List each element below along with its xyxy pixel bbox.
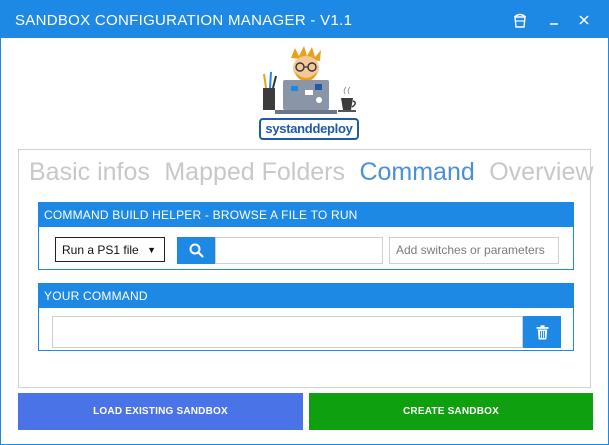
title-bar[interactable]: SANDBOX CONFIGURATION MANAGER - V1.1 xyxy=(1,1,608,38)
tab-bar: Basic infos Mapped Folders Command Overv… xyxy=(29,158,603,188)
command-build-helper-header: COMMAND BUILD HELPER - BROWSE A FILE TO … xyxy=(39,203,573,227)
tab-mapped-folders[interactable]: Mapped Folders xyxy=(164,158,345,187)
selected-file-field[interactable] xyxy=(215,237,383,264)
command-build-helper-group: COMMAND BUILD HELPER - BROWSE A FILE TO … xyxy=(38,202,574,270)
trash-icon xyxy=(536,324,548,339)
clear-command-button[interactable] xyxy=(523,316,561,348)
search-icon xyxy=(189,243,204,258)
switches-parameters-field[interactable]: Add switches or parameters xyxy=(389,237,559,264)
window-title: SANDBOX CONFIGURATION MANAGER - V1.1 xyxy=(15,12,353,29)
file-type-selected-value: Run a PS1 file xyxy=(62,243,139,257)
logo-illustration xyxy=(263,46,356,114)
load-existing-sandbox-button[interactable]: LOAD EXISTING SANDBOX xyxy=(18,393,303,430)
minimize-icon[interactable] xyxy=(543,9,565,31)
app-window: SANDBOX CONFIGURATION MANAGER - V1.1 sys… xyxy=(0,0,609,445)
tab-command[interactable]: Command xyxy=(359,158,474,187)
your-command-group: YOUR COMMAND xyxy=(38,283,574,351)
bucket-icon[interactable] xyxy=(509,9,531,31)
caret-down-icon: ▼ xyxy=(147,245,156,255)
main-panel: Basic infos Mapped Folders Command Overv… xyxy=(18,149,593,388)
systanddeploy-logo: systanddeploy xyxy=(249,44,364,140)
tab-overview[interactable]: Overview xyxy=(489,158,593,187)
file-type-select[interactable]: Run a PS1 file ▼ xyxy=(55,237,165,262)
command-field[interactable] xyxy=(52,316,523,348)
your-command-header: YOUR COMMAND xyxy=(39,284,573,308)
tab-basic-infos[interactable]: Basic infos xyxy=(29,158,150,187)
browse-file-button[interactable] xyxy=(177,237,215,264)
logo-text: systanddeploy xyxy=(259,118,359,140)
create-sandbox-button[interactable]: CREATE SANDBOX xyxy=(309,393,593,430)
close-icon[interactable] xyxy=(573,9,595,31)
